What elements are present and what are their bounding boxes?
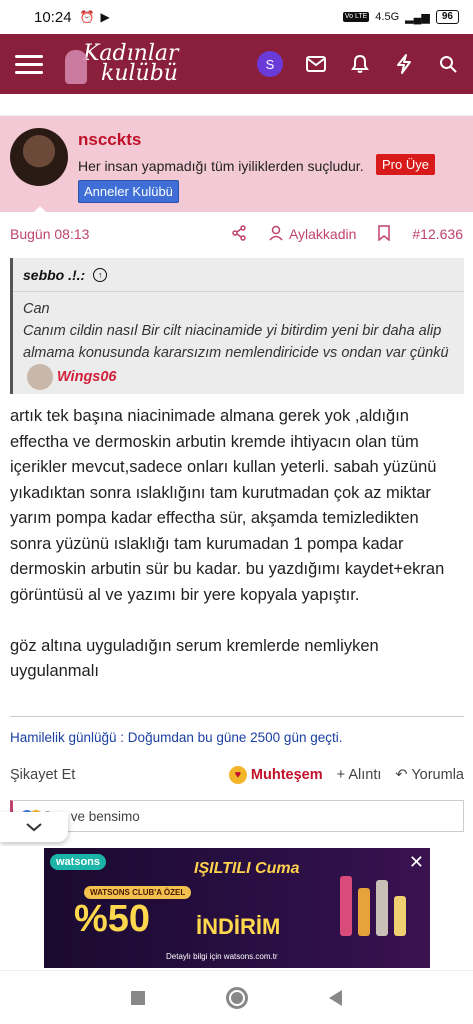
lte-badge: Vo LTE bbox=[342, 12, 370, 22]
user-avatar[interactable]: S bbox=[257, 51, 283, 77]
quote-label: Alıntı bbox=[348, 767, 382, 783]
quote-block: sebbo .!.: ↑ Can Canım cildin nasıl Bir … bbox=[10, 258, 464, 394]
mention[interactable]: Wings06 bbox=[23, 364, 117, 390]
mention-name: Wings06 bbox=[57, 369, 117, 385]
spacer bbox=[0, 94, 473, 116]
pro-badge: Pro Üye bbox=[376, 154, 435, 175]
heart-eyes-emoji-icon: ♥ bbox=[228, 766, 247, 784]
mail-icon[interactable] bbox=[305, 53, 327, 75]
ad-banner[interactable]: watsons IŞILTILI Cuma WATSONS CLUB'A ÖZE… bbox=[44, 848, 430, 968]
report-button[interactable]: Şikayet Et bbox=[10, 767, 75, 783]
person-icon bbox=[269, 225, 283, 244]
ad-products bbox=[340, 876, 406, 936]
post-author-box: nscckts Her insan yapmadığı tüm iyilikle… bbox=[0, 116, 473, 212]
app-header: Kadınlar kulübü S bbox=[0, 34, 473, 94]
close-icon[interactable]: ✕ bbox=[409, 852, 424, 873]
group-badge[interactable]: Anneler Kulübü bbox=[78, 180, 179, 203]
system-nav-bar bbox=[0, 970, 473, 1024]
product-image bbox=[376, 880, 388, 936]
reaction-label: Muhteşem bbox=[250, 767, 323, 783]
signature[interactable]: Hamilelik günlüğü : Doğumdan bu güne 250… bbox=[10, 730, 342, 745]
status-icons: ⏰ ▶ bbox=[80, 10, 110, 24]
author-name[interactable]: nscckts bbox=[78, 130, 141, 150]
quote-button[interactable]: + Alıntı bbox=[337, 767, 382, 783]
alarm-icon: ⏰ bbox=[79, 10, 95, 24]
post-actions: Şikayet Et ♥ Muhteşem + Alıntı ↶ Yorumla bbox=[10, 762, 464, 788]
signal-icon: ▂▄▆ bbox=[405, 11, 430, 24]
status-right: Vo LTE 4.5G ▂▄▆ 96 bbox=[342, 10, 459, 24]
ad-headline: IŞILTILI Cuma bbox=[194, 860, 300, 877]
post-number[interactable]: #12.636 bbox=[412, 226, 463, 242]
bell-icon[interactable] bbox=[349, 53, 371, 75]
post-paragraph: göz altına uyguladığın serum kremlerde n… bbox=[10, 636, 379, 681]
bookmark-icon[interactable] bbox=[378, 224, 391, 244]
home-icon bbox=[230, 991, 243, 1004]
quote-text: Canım cildin nasıl Bir cilt niacinamide … bbox=[23, 323, 449, 361]
ad-area: watsons IŞILTILI Cuma WATSONS CLUB'A ÖZE… bbox=[0, 846, 473, 970]
recents-button[interactable] bbox=[130, 990, 145, 1005]
status-bar: 10:24 ⏰ ▶ Vo LTE 4.5G ▂▄▆ 96 bbox=[0, 0, 473, 34]
site-logo[interactable]: Kadınlar kulübü bbox=[65, 43, 179, 85]
status-time: 10:24 bbox=[34, 8, 72, 26]
ad-discount-word: İNDİRİM bbox=[196, 914, 281, 939]
product-image bbox=[394, 896, 406, 936]
reply-icon: ↶ bbox=[395, 767, 408, 783]
ad-discount: %50 bbox=[74, 898, 151, 940]
chevron-down-icon[interactable] bbox=[0, 812, 68, 842]
battery-icon: 96 bbox=[435, 10, 459, 24]
author-avatar[interactable] bbox=[10, 128, 68, 186]
quote-author[interactable]: sebbo .!.: bbox=[23, 267, 85, 283]
product-image bbox=[358, 888, 370, 936]
post-paragraph: artık tek başına niacinimade almana gere… bbox=[10, 407, 445, 604]
reply-button[interactable]: ↶ Yorumla bbox=[395, 767, 464, 783]
post-date[interactable]: Bugün 08:13 bbox=[10, 226, 89, 242]
author-title: Her insan yapmadığı tüm iyiliklerden suç… bbox=[78, 158, 364, 174]
play-icon: ▶ bbox=[100, 10, 110, 24]
product-image bbox=[340, 876, 352, 936]
share-icon[interactable] bbox=[231, 224, 247, 244]
reply-label: Yorumla bbox=[411, 767, 464, 783]
menu-icon[interactable] bbox=[15, 50, 43, 79]
mention-avatar bbox=[27, 364, 53, 390]
quote-body: Can Canım cildin nasıl Bir cilt niacinam… bbox=[13, 292, 464, 403]
ad-brand: watsons bbox=[50, 854, 107, 870]
quote-line1: Can bbox=[23, 301, 50, 317]
actions-right: ♥ Muhteşem + Alıntı ↶ Yorumla bbox=[228, 766, 464, 784]
ad-details: Detaylı bilgi için watsons.com.tr bbox=[166, 952, 278, 961]
home-button[interactable] bbox=[225, 986, 248, 1009]
arrow-up-icon[interactable]: ↑ bbox=[93, 267, 108, 282]
post-user[interactable]: Aylakkadin bbox=[289, 226, 356, 242]
header-icons: S bbox=[257, 51, 459, 77]
post-meta: Bugün 08:13 Aylakkadin #12.636 bbox=[0, 222, 473, 246]
reactions-summary[interactable]: Sen ve bensimo bbox=[10, 800, 464, 832]
post-body: artık tek başına niacinimade almana gere… bbox=[10, 404, 464, 710]
author-box-pointer bbox=[30, 206, 50, 216]
reaction-button[interactable]: ♥ Muhteşem bbox=[228, 766, 323, 784]
post-meta-right: Aylakkadin #12.636 bbox=[231, 224, 463, 244]
back-button[interactable] bbox=[329, 989, 343, 1006]
signature-divider bbox=[10, 716, 464, 717]
signal-text: 4.5G bbox=[375, 11, 400, 23]
bolt-icon[interactable] bbox=[393, 53, 415, 75]
quote-header: sebbo .!.: ↑ bbox=[13, 258, 464, 292]
search-icon[interactable] bbox=[437, 53, 459, 75]
logo-figure-icon bbox=[65, 50, 87, 84]
plus-icon: + bbox=[336, 767, 346, 783]
